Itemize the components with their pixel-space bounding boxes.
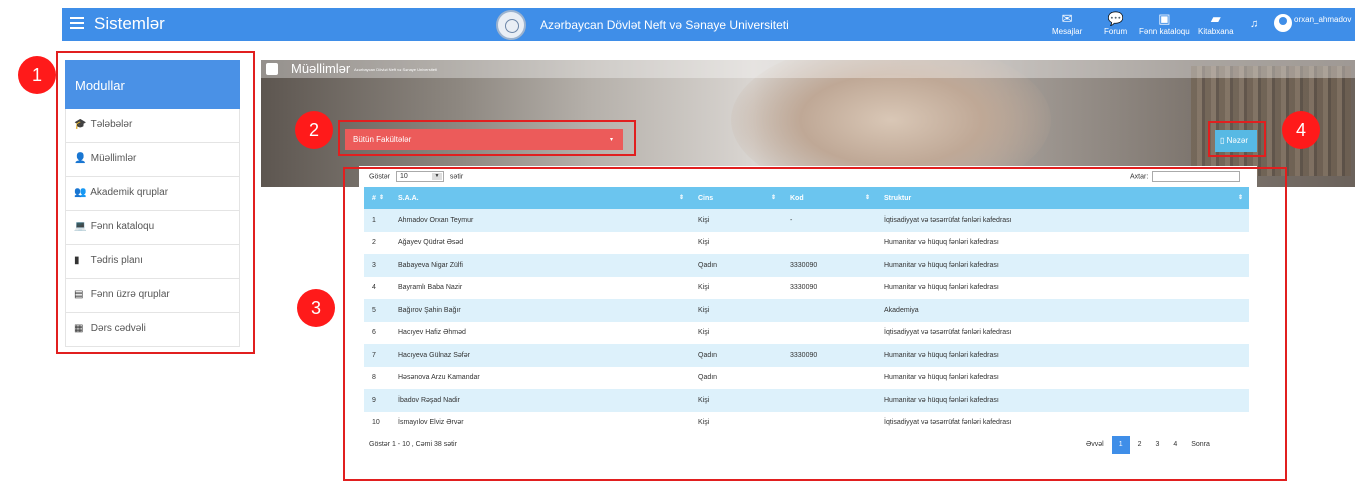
avatar[interactable] xyxy=(1274,14,1292,32)
top-navbar: Sistemlər Azərbaycan Dövlət Neft və Səna… xyxy=(62,8,1355,41)
annotation-badge-3: 3 xyxy=(297,289,335,327)
username[interactable]: orxan_ahmadov xyxy=(1294,15,1351,24)
bell-icon[interactable]: ♫ xyxy=(1250,18,1258,30)
library-icon: ▰ xyxy=(1210,11,1221,26)
annotation-box-view xyxy=(1208,121,1266,157)
nav-library[interactable]: ▰ Kitabxana xyxy=(1198,11,1234,37)
hamburger-menu-icon[interactable] xyxy=(70,17,84,29)
annotation-box-sidebar xyxy=(56,51,255,354)
nav-course-catalog[interactable]: ▣ Fənn kataloqu xyxy=(1139,11,1190,37)
page-title: Müəllimlər xyxy=(291,61,351,76)
university-name: Azərbaycan Dövlət Neft və Sənaye Univers… xyxy=(540,18,789,32)
nav-library-label: Kitabxana xyxy=(1198,27,1234,36)
nav-messages[interactable]: ✉ Mesajlar xyxy=(1052,11,1083,37)
chat-icon: 💬 xyxy=(1107,11,1124,26)
annotation-badge-1: 1 xyxy=(18,56,56,94)
annotation-badge-2: 2 xyxy=(295,111,333,149)
university-logo xyxy=(496,10,526,40)
annotation-badge-4: 4 xyxy=(1282,111,1320,149)
nav-forum[interactable]: 💬 Forum xyxy=(1104,11,1128,37)
page-subtitle: Azərbaycan Dövlət Neft və Sənaye Univers… xyxy=(354,67,437,72)
user-icon xyxy=(266,63,278,75)
annotation-box-table xyxy=(343,167,1287,481)
brand-title[interactable]: Sistemlər xyxy=(94,14,165,34)
nav-forum-label: Forum xyxy=(1104,27,1128,36)
annotation-box-faculty xyxy=(338,120,636,156)
book-catalog-icon: ▣ xyxy=(1158,11,1171,26)
envelope-icon: ✉ xyxy=(1061,11,1073,26)
nav-course-catalog-label: Fənn kataloqu xyxy=(1139,27,1190,36)
nav-messages-label: Mesajlar xyxy=(1052,27,1083,36)
